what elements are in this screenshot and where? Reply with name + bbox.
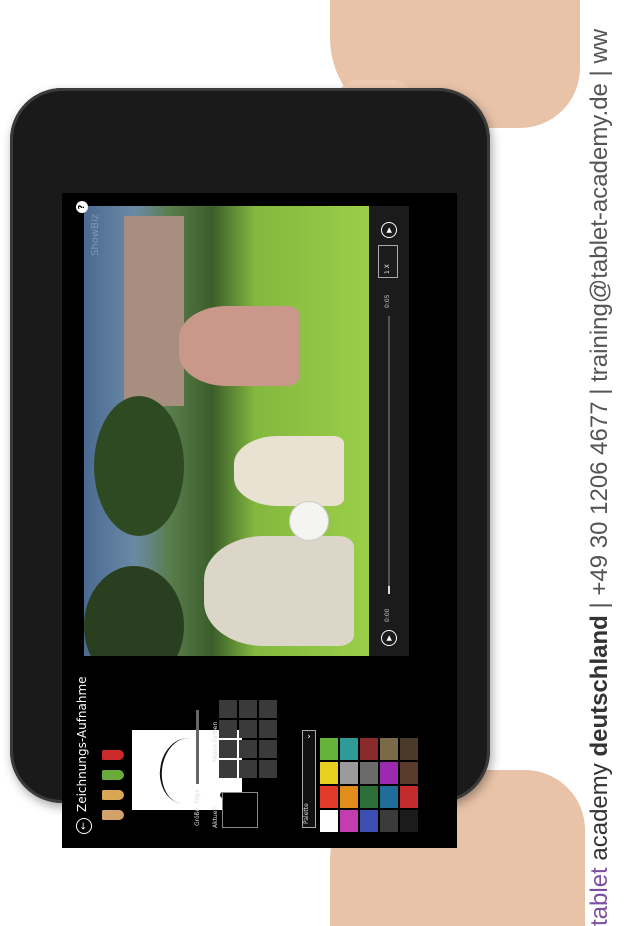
current-color-swatch (222, 792, 258, 828)
tablet-device: ← Zeichnungs-Aufnahme Größe: 50px Aktuel… (10, 88, 490, 848)
time-start: 0:00 (384, 608, 391, 622)
palette-swatch[interactable] (320, 810, 338, 832)
background-tree (94, 396, 184, 536)
palette-swatch[interactable] (380, 786, 398, 808)
marker-tool-icon[interactable] (102, 770, 124, 780)
brand-contact-line: tablet academy deutschland | +49 30 1206… (586, 29, 614, 926)
my-color-slot[interactable] (219, 740, 237, 758)
my-color-slot[interactable] (239, 740, 257, 758)
palette-swatch[interactable] (340, 786, 358, 808)
preview-stroke (155, 734, 217, 808)
palette-swatch[interactable] (320, 738, 338, 760)
palette-grid (320, 738, 418, 832)
my-colors-label: Meine Farben (212, 721, 219, 762)
palette-swatch[interactable] (340, 762, 358, 784)
panel-title: Zeichnungs-Aufnahme (75, 676, 89, 812)
help-button[interactable]: ? (76, 201, 88, 213)
palette-swatch[interactable] (340, 738, 358, 760)
palette-swatch[interactable] (360, 762, 378, 784)
my-color-slot[interactable] (239, 700, 257, 718)
my-color-slot[interactable] (219, 700, 237, 718)
background-building (124, 216, 184, 406)
app-canvas: ← Zeichnungs-Aufnahme Größe: 50px Aktuel… (62, 193, 457, 848)
tablet-screen: ← Zeichnungs-Aufnahme Größe: 50px Aktuel… (62, 193, 457, 848)
palette-swatch[interactable] (380, 810, 398, 832)
my-color-slot[interactable] (259, 720, 277, 738)
size-label: Größe: 50px (194, 788, 201, 826)
palette-swatch[interactable] (380, 762, 398, 784)
contact-info: | +49 30 1206 4677 | training@tablet-aca… (586, 28, 613, 616)
palette-swatch[interactable] (400, 810, 418, 832)
palette-swatch[interactable] (400, 762, 418, 784)
man-figure (204, 536, 354, 646)
palette-swatch[interactable] (400, 786, 418, 808)
soccer-ball (289, 501, 329, 541)
app-logo: ShowBiz (90, 214, 101, 256)
size-slider[interactable] (196, 710, 199, 790)
eraser-tool-icon[interactable] (102, 750, 124, 760)
current-color-label: Aktuell (212, 807, 219, 828)
child-figure (179, 306, 299, 386)
brand-deutschland: deutschland (586, 615, 613, 757)
palette-swatch[interactable] (380, 738, 398, 760)
progress-fill (388, 585, 390, 594)
palette-swatch[interactable] (360, 786, 378, 808)
palette-swatch[interactable] (340, 810, 358, 832)
brand-academy: academy (586, 763, 613, 861)
chevron-down-icon: ⌄ (303, 733, 312, 740)
play-button[interactable]: ▶ (381, 630, 397, 646)
size-slider-thumb[interactable] (191, 784, 203, 790)
drawing-tools (102, 750, 124, 820)
my-color-slot[interactable] (219, 760, 237, 778)
palette-label: Palette (303, 803, 310, 824)
my-color-slot[interactable] (239, 760, 257, 778)
pencil-tool-icon[interactable] (102, 810, 124, 820)
background-tree (84, 566, 184, 656)
my-color-slot[interactable] (219, 720, 237, 738)
palette-swatch[interactable] (360, 810, 378, 832)
progress-bar[interactable] (388, 316, 390, 594)
brush-tool-icon[interactable] (102, 790, 124, 800)
my-color-slot[interactable] (259, 740, 277, 758)
speed-dropdown[interactable]: 1 X (378, 245, 398, 278)
time-end: 0:05 (384, 294, 391, 308)
back-button[interactable]: ← (76, 818, 92, 834)
my-colors-grid (219, 700, 277, 778)
palette-swatch[interactable] (360, 738, 378, 760)
palette-swatch[interactable] (400, 738, 418, 760)
child-figure (234, 436, 344, 506)
brand-tablet: tablet (586, 867, 613, 926)
player-controls: ▶ 0:00 0:05 1 X ▶ (369, 206, 409, 656)
video-frame[interactable]: ShowBiz (84, 206, 369, 656)
palette-swatch[interactable] (320, 762, 338, 784)
my-color-slot[interactable] (239, 720, 257, 738)
next-button[interactable]: ▶ (381, 222, 397, 238)
my-color-slot[interactable] (259, 700, 277, 718)
my-color-slot[interactable] (259, 760, 277, 778)
palette-swatch[interactable] (320, 786, 338, 808)
